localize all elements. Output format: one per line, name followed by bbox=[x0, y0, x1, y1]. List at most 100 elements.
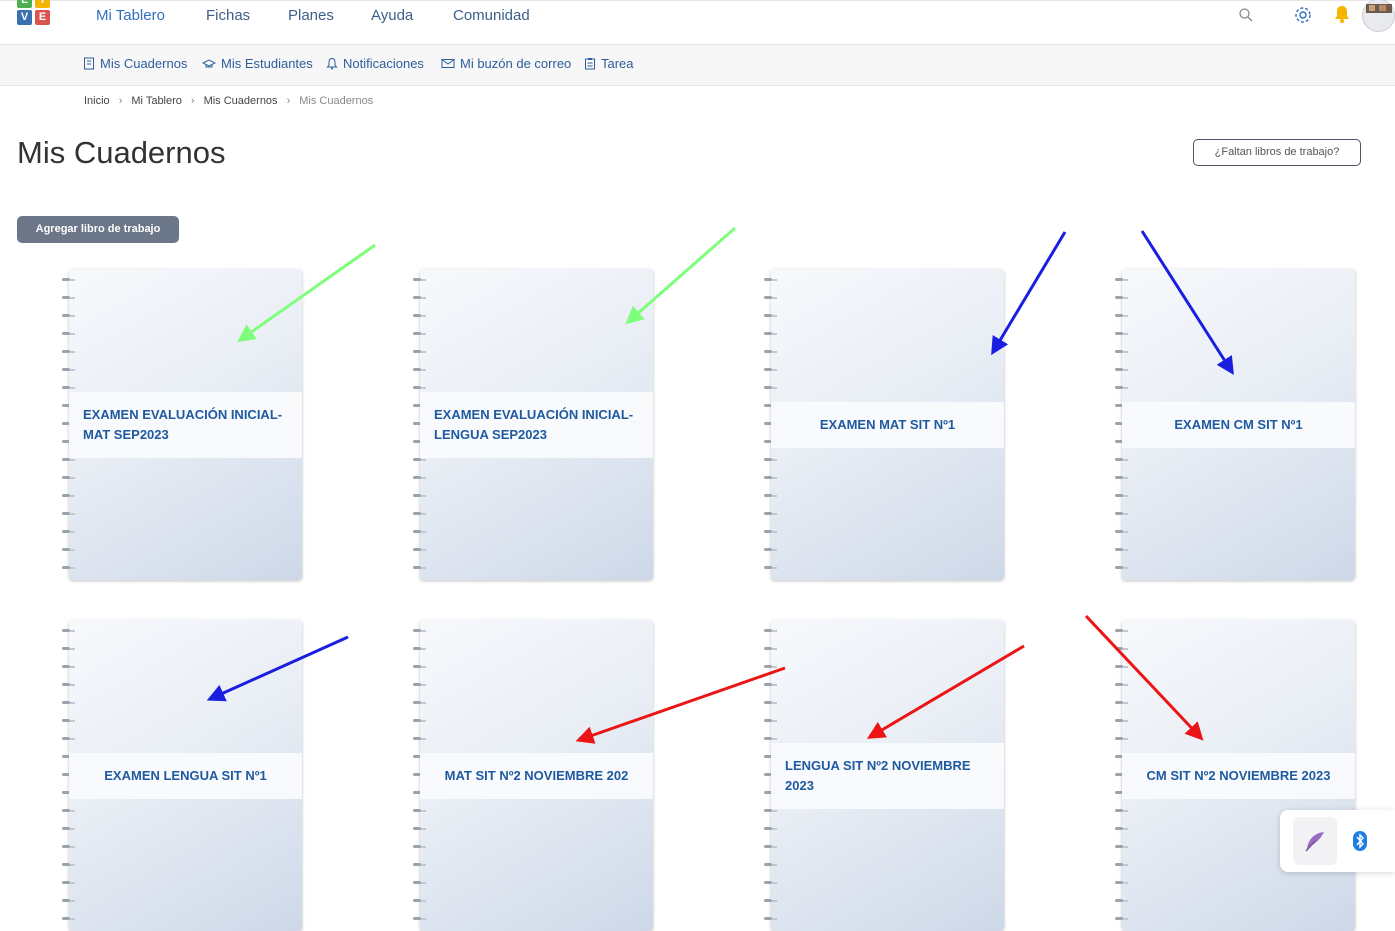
spiral-ring bbox=[412, 736, 428, 742]
notebook-card[interactable]: EXAMEN CM SIT Nº1 bbox=[1114, 269, 1355, 580]
spiral-ring bbox=[61, 529, 77, 535]
spiral-ring bbox=[763, 565, 779, 571]
subnav-mi-buzon[interactable]: Mi buzón de correo bbox=[441, 56, 571, 71]
nav-planes[interactable]: Planes bbox=[288, 7, 334, 24]
spiral-ring bbox=[61, 295, 77, 301]
subnav-mis-cuadernos[interactable]: Mis Cuadernos bbox=[83, 56, 187, 71]
spiral-ring bbox=[763, 547, 779, 553]
spiral-ring bbox=[61, 736, 77, 742]
spiral-ring bbox=[763, 880, 779, 886]
subnav-notificaciones[interactable]: Notificaciones bbox=[326, 56, 424, 71]
bell-outline-icon bbox=[326, 57, 338, 70]
spiral-ring bbox=[61, 493, 77, 499]
logo-letter-i: I bbox=[35, 0, 50, 8]
spiral-ring bbox=[1114, 295, 1130, 301]
notebook-title: EXAMEN LENGUA SIT Nº1 bbox=[69, 753, 302, 799]
spiral-ring bbox=[1114, 916, 1130, 922]
spiral-ring bbox=[61, 565, 77, 571]
spiral-ring bbox=[61, 682, 77, 688]
notebook-title: EXAMEN EVALUACIÓN INICIAL- LENGUA SEP202… bbox=[420, 392, 653, 458]
breadcrumb: Inicio › Mi Tablero › Mis Cuadernos › Mi… bbox=[84, 95, 373, 107]
spiral-ring bbox=[412, 565, 428, 571]
spiral-ring bbox=[412, 898, 428, 904]
spiral-ring bbox=[763, 826, 779, 832]
breadcrumb-mis-cuadernos[interactable]: Mis Cuadernos bbox=[204, 95, 278, 107]
spiral-ring bbox=[763, 313, 779, 319]
search-icon[interactable] bbox=[1238, 7, 1254, 28]
notebook-card[interactable]: CM SIT Nº2 NOVIEMBRE 2023 bbox=[1114, 620, 1355, 931]
spiral-ring bbox=[763, 700, 779, 706]
notebook-card[interactable]: EXAMEN MAT SIT Nº1 bbox=[763, 269, 1004, 580]
bell-icon[interactable] bbox=[1333, 4, 1351, 29]
spiral-ring bbox=[61, 331, 77, 337]
spiral-ring bbox=[1114, 646, 1130, 652]
spiral-ring bbox=[763, 736, 779, 742]
spiral-ring bbox=[412, 718, 428, 724]
missing-workbooks-button[interactable]: ¿Faltan libros de trabajo? bbox=[1193, 139, 1361, 166]
spiral-ring bbox=[1114, 736, 1130, 742]
gear-icon[interactable] bbox=[1293, 5, 1313, 30]
chevron-right-icon: › bbox=[286, 95, 291, 107]
subnav-label: Mis Cuadernos bbox=[100, 56, 188, 71]
spiral-ring bbox=[1114, 367, 1130, 373]
spiral-ring bbox=[412, 313, 428, 319]
spiral-ring bbox=[1114, 385, 1130, 391]
breadcrumb-inicio[interactable]: Inicio bbox=[84, 95, 110, 107]
spiral-ring bbox=[1114, 880, 1130, 886]
spiral-ring bbox=[412, 880, 428, 886]
spiral-ring bbox=[763, 529, 779, 535]
spiral-ring bbox=[763, 457, 779, 463]
spiral-ring bbox=[763, 295, 779, 301]
feather-button[interactable] bbox=[1293, 817, 1337, 865]
notebook-card[interactable]: MAT SIT Nº2 NOVIEMBRE 202 bbox=[412, 620, 653, 931]
subnav-mis-estudiantes[interactable]: Mis Estudiantes bbox=[202, 56, 313, 71]
spiral-ring bbox=[412, 349, 428, 355]
add-workbook-button[interactable]: Agregar libro de trabajo bbox=[17, 216, 179, 243]
spiral-ring bbox=[1114, 529, 1130, 535]
notebook-card[interactable]: EXAMEN LENGUA SIT Nº1 bbox=[61, 620, 302, 931]
envelope-icon bbox=[441, 59, 455, 68]
spiral-ring bbox=[61, 718, 77, 724]
spiral-ring bbox=[1114, 844, 1130, 850]
spiral-ring bbox=[763, 844, 779, 850]
nav-fichas[interactable]: Fichas bbox=[206, 7, 250, 24]
notebook-card[interactable]: LENGUA SIT Nº2 NOVIEMBRE 2023 bbox=[763, 620, 1004, 931]
spiral-ring bbox=[412, 277, 428, 283]
spiral-ring bbox=[412, 547, 428, 553]
spiral-ring bbox=[61, 664, 77, 670]
bluetooth-icon[interactable] bbox=[1353, 831, 1367, 856]
logo-letter-e: E bbox=[35, 10, 50, 25]
spiral-ring bbox=[412, 646, 428, 652]
notebook-card[interactable]: EXAMEN EVALUACIÓN INICIAL- LENGUA SEP202… bbox=[412, 269, 653, 580]
spiral-ring bbox=[412, 367, 428, 373]
subnav-label: Mi buzón de correo bbox=[460, 56, 572, 71]
spiral-ring bbox=[1114, 862, 1130, 868]
top-navigation-bar: L I V E Mi Tablero Fichas Planes Ayuda C… bbox=[0, 0, 1395, 45]
nav-mi-tablero[interactable]: Mi Tablero bbox=[96, 7, 165, 24]
secondary-navigation-bar: Mis Cuadernos Mis Estudiantes Notificaci… bbox=[0, 45, 1395, 86]
spiral-ring bbox=[763, 367, 779, 373]
spiral-ring bbox=[763, 718, 779, 724]
spiral-ring bbox=[61, 844, 77, 850]
nav-comunidad[interactable]: Comunidad bbox=[453, 7, 530, 24]
spiral-ring bbox=[412, 826, 428, 832]
spiral-ring bbox=[1114, 718, 1130, 724]
spiral-ring bbox=[763, 331, 779, 337]
spiral-ring bbox=[763, 664, 779, 670]
spiral-ring bbox=[412, 862, 428, 868]
spiral-ring bbox=[763, 277, 779, 283]
subnav-tarea[interactable]: Tarea bbox=[584, 56, 634, 71]
nav-ayuda[interactable]: Ayuda bbox=[371, 7, 413, 24]
spiral-ring bbox=[1114, 457, 1130, 463]
spiral-ring bbox=[1114, 682, 1130, 688]
avatar[interactable] bbox=[1362, 0, 1395, 37]
live-logo[interactable]: L I V E bbox=[17, 0, 51, 33]
breadcrumb-mi-tablero[interactable]: Mi Tablero bbox=[131, 95, 182, 107]
spiral-ring bbox=[61, 547, 77, 553]
spiral-ring bbox=[1114, 664, 1130, 670]
notebook-title: MAT SIT Nº2 NOVIEMBRE 202 bbox=[420, 753, 653, 799]
spiral-ring bbox=[1114, 511, 1130, 517]
notebook-card[interactable]: EXAMEN EVALUACIÓN INICIAL- MAT SEP2023 bbox=[61, 269, 302, 580]
spiral-ring bbox=[763, 475, 779, 481]
spiral-ring bbox=[61, 808, 77, 814]
